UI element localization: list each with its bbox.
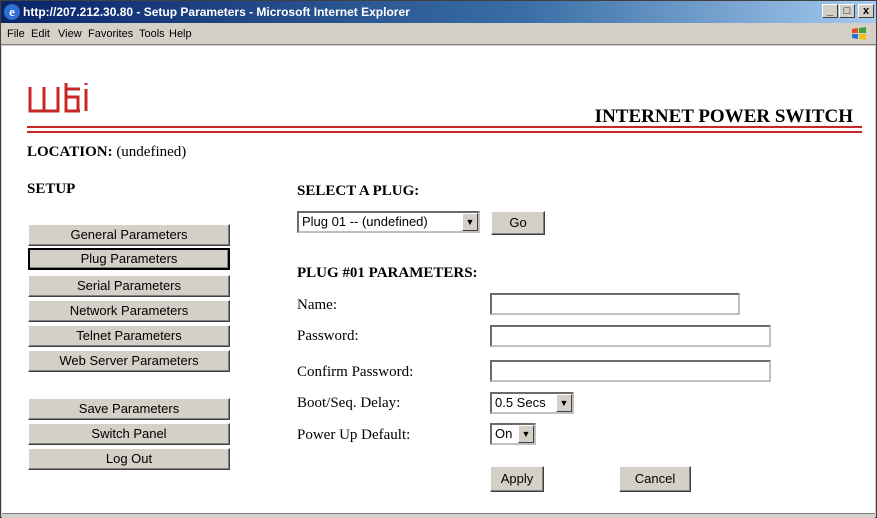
windows-logo-icon [852, 27, 866, 40]
status-bar [2, 513, 875, 518]
dropdown-arrow-icon[interactable]: ▼ [518, 425, 534, 443]
nav-web-server-parameters[interactable]: Web Server Parameters [28, 350, 230, 372]
close-button[interactable]: x [858, 4, 874, 18]
browser-window: e http://207.212.30.80 - Setup Parameter… [0, 0, 877, 518]
nav-serial-parameters[interactable]: Serial Parameters [28, 275, 230, 297]
header-divider-secondary [27, 131, 862, 133]
menu-view[interactable]: View [58, 28, 82, 40]
nav-telnet-parameters[interactable]: Telnet Parameters [28, 325, 230, 347]
name-label: Name: [297, 297, 337, 313]
setup-heading: SETUP [27, 181, 76, 197]
password-input[interactable] [490, 325, 771, 347]
password-label: Password: [297, 328, 359, 344]
boot-delay-select[interactable]: 0.5 Secs ▼ [490, 392, 574, 414]
page-content: INTERNET POWER SWITCH LOCATION: (undefin… [2, 46, 875, 513]
nav-network-parameters[interactable]: Network Parameters [28, 300, 230, 322]
location-line: LOCATION: (undefined) [27, 144, 186, 161]
select-plug-heading: SELECT A PLUG: [297, 183, 420, 199]
product-name: INTERNET POWER SWITCH [594, 106, 853, 127]
nav-plug-parameters[interactable]: Plug Parameters [28, 248, 230, 270]
power-up-default-select[interactable]: On ▼ [490, 423, 536, 445]
boot-delay-label: Boot/Seq. Delay: [297, 395, 401, 411]
menu-help[interactable]: Help [169, 28, 192, 40]
window-title: http://207.212.30.80 - Setup Parameters … [23, 5, 410, 19]
header-divider [27, 126, 862, 128]
plug-parameters-heading: PLUG #01 PARAMETERS: [297, 265, 478, 281]
go-button[interactable]: Go [491, 211, 545, 235]
confirm-password-label: Confirm Password: [297, 364, 414, 380]
log-out-button[interactable]: Log Out [28, 448, 230, 470]
boot-delay-value: 0.5 Secs [495, 395, 546, 410]
menu-tools[interactable]: Tools [139, 28, 165, 40]
plug-select[interactable]: Plug 01 -- (undefined) ▼ [297, 211, 480, 233]
save-parameters-button[interactable]: Save Parameters [28, 398, 230, 420]
menu-favorites[interactable]: Favorites [88, 28, 133, 40]
power-up-default-value: On [495, 426, 513, 441]
cancel-button[interactable]: Cancel [619, 466, 691, 492]
wti-logo [28, 83, 88, 113]
nav-general-parameters[interactable]: General Parameters [28, 224, 230, 246]
menu-file[interactable]: File [7, 28, 25, 40]
menu-bar: File Edit View Favorites Tools Help [1, 23, 876, 45]
menu-edit[interactable]: Edit [31, 28, 50, 40]
title-bar: e http://207.212.30.80 - Setup Parameter… [1, 1, 876, 23]
minimize-button[interactable]: _ [822, 4, 838, 18]
location-label: LOCATION: [27, 144, 113, 160]
apply-button[interactable]: Apply [490, 466, 544, 492]
power-up-default-label: Power Up Default: [297, 427, 411, 443]
confirm-password-input[interactable] [490, 360, 771, 382]
dropdown-arrow-icon[interactable]: ▼ [462, 213, 478, 231]
plug-select-value: Plug 01 -- (undefined) [302, 214, 428, 229]
location-value: (undefined) [116, 144, 187, 160]
switch-panel-button[interactable]: Switch Panel [28, 423, 230, 445]
name-input[interactable] [490, 293, 740, 315]
internet-explorer-icon: e [4, 4, 20, 20]
dropdown-arrow-icon[interactable]: ▼ [556, 394, 572, 412]
maximize-button[interactable]: □ [839, 4, 855, 18]
